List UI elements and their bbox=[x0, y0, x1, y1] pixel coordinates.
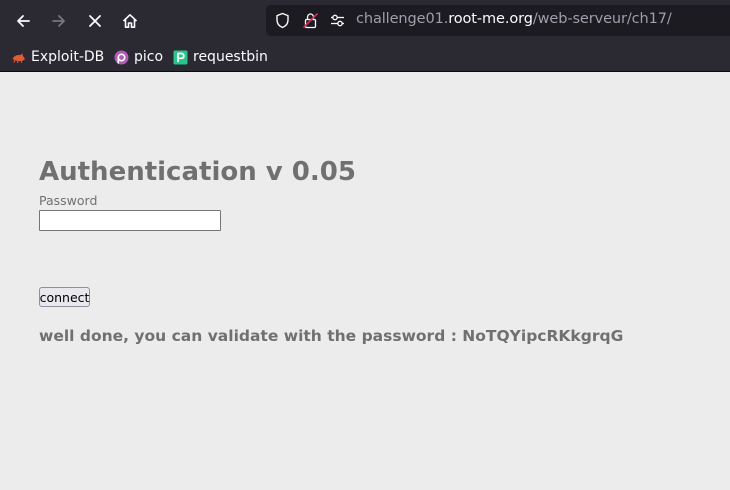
bookmark-requestbin[interactable]: requestbin bbox=[173, 47, 268, 67]
lock-warning-icon[interactable] bbox=[302, 12, 319, 29]
url-bar[interactable]: challenge01.root-me.org/web-serveur/ch17… bbox=[266, 5, 730, 36]
url-prefix: challenge01. bbox=[356, 11, 449, 27]
page-content: Authentication v 0.05 Password connect w… bbox=[0, 72, 730, 490]
exploit-db-icon bbox=[11, 50, 26, 65]
bookmark-exploit-db[interactable]: Exploit-DB bbox=[11, 47, 104, 67]
browser-toolbar: challenge01.root-me.org/web-serveur/ch17… bbox=[0, 0, 730, 42]
pico-icon bbox=[114, 50, 129, 65]
bookmark-label: pico bbox=[134, 49, 164, 65]
page-title: Authentication v 0.05 bbox=[39, 157, 356, 187]
bookmark-label: Exploit-DB bbox=[31, 49, 105, 65]
shield-icon[interactable] bbox=[274, 12, 291, 29]
requestbin-icon bbox=[173, 50, 188, 65]
url-domain: root-me.org bbox=[448, 11, 533, 27]
url-text[interactable]: challenge01.root-me.org/web-serveur/ch17… bbox=[356, 11, 672, 27]
permissions-icon[interactable] bbox=[329, 12, 346, 29]
password-field[interactable] bbox=[39, 210, 221, 231]
password-label: Password bbox=[39, 193, 98, 208]
stop-button[interactable] bbox=[82, 8, 108, 34]
back-button[interactable] bbox=[10, 8, 36, 34]
connect-button[interactable]: connect bbox=[39, 287, 90, 307]
stop-icon bbox=[89, 15, 101, 27]
forward-arrow-icon bbox=[52, 15, 65, 27]
home-icon bbox=[122, 14, 138, 28]
success-message: well done, you can validate with the pas… bbox=[39, 327, 624, 345]
bookmark-pico[interactable]: pico bbox=[114, 47, 163, 67]
forward-button[interactable] bbox=[46, 8, 72, 34]
url-path: /web-serveur/ch17/ bbox=[532, 11, 672, 27]
bookmark-label: requestbin bbox=[193, 49, 268, 65]
back-arrow-icon bbox=[17, 15, 30, 27]
bookmarks-bar: Exploit-DB pico requestbin bbox=[0, 42, 730, 72]
home-button[interactable] bbox=[117, 8, 143, 34]
